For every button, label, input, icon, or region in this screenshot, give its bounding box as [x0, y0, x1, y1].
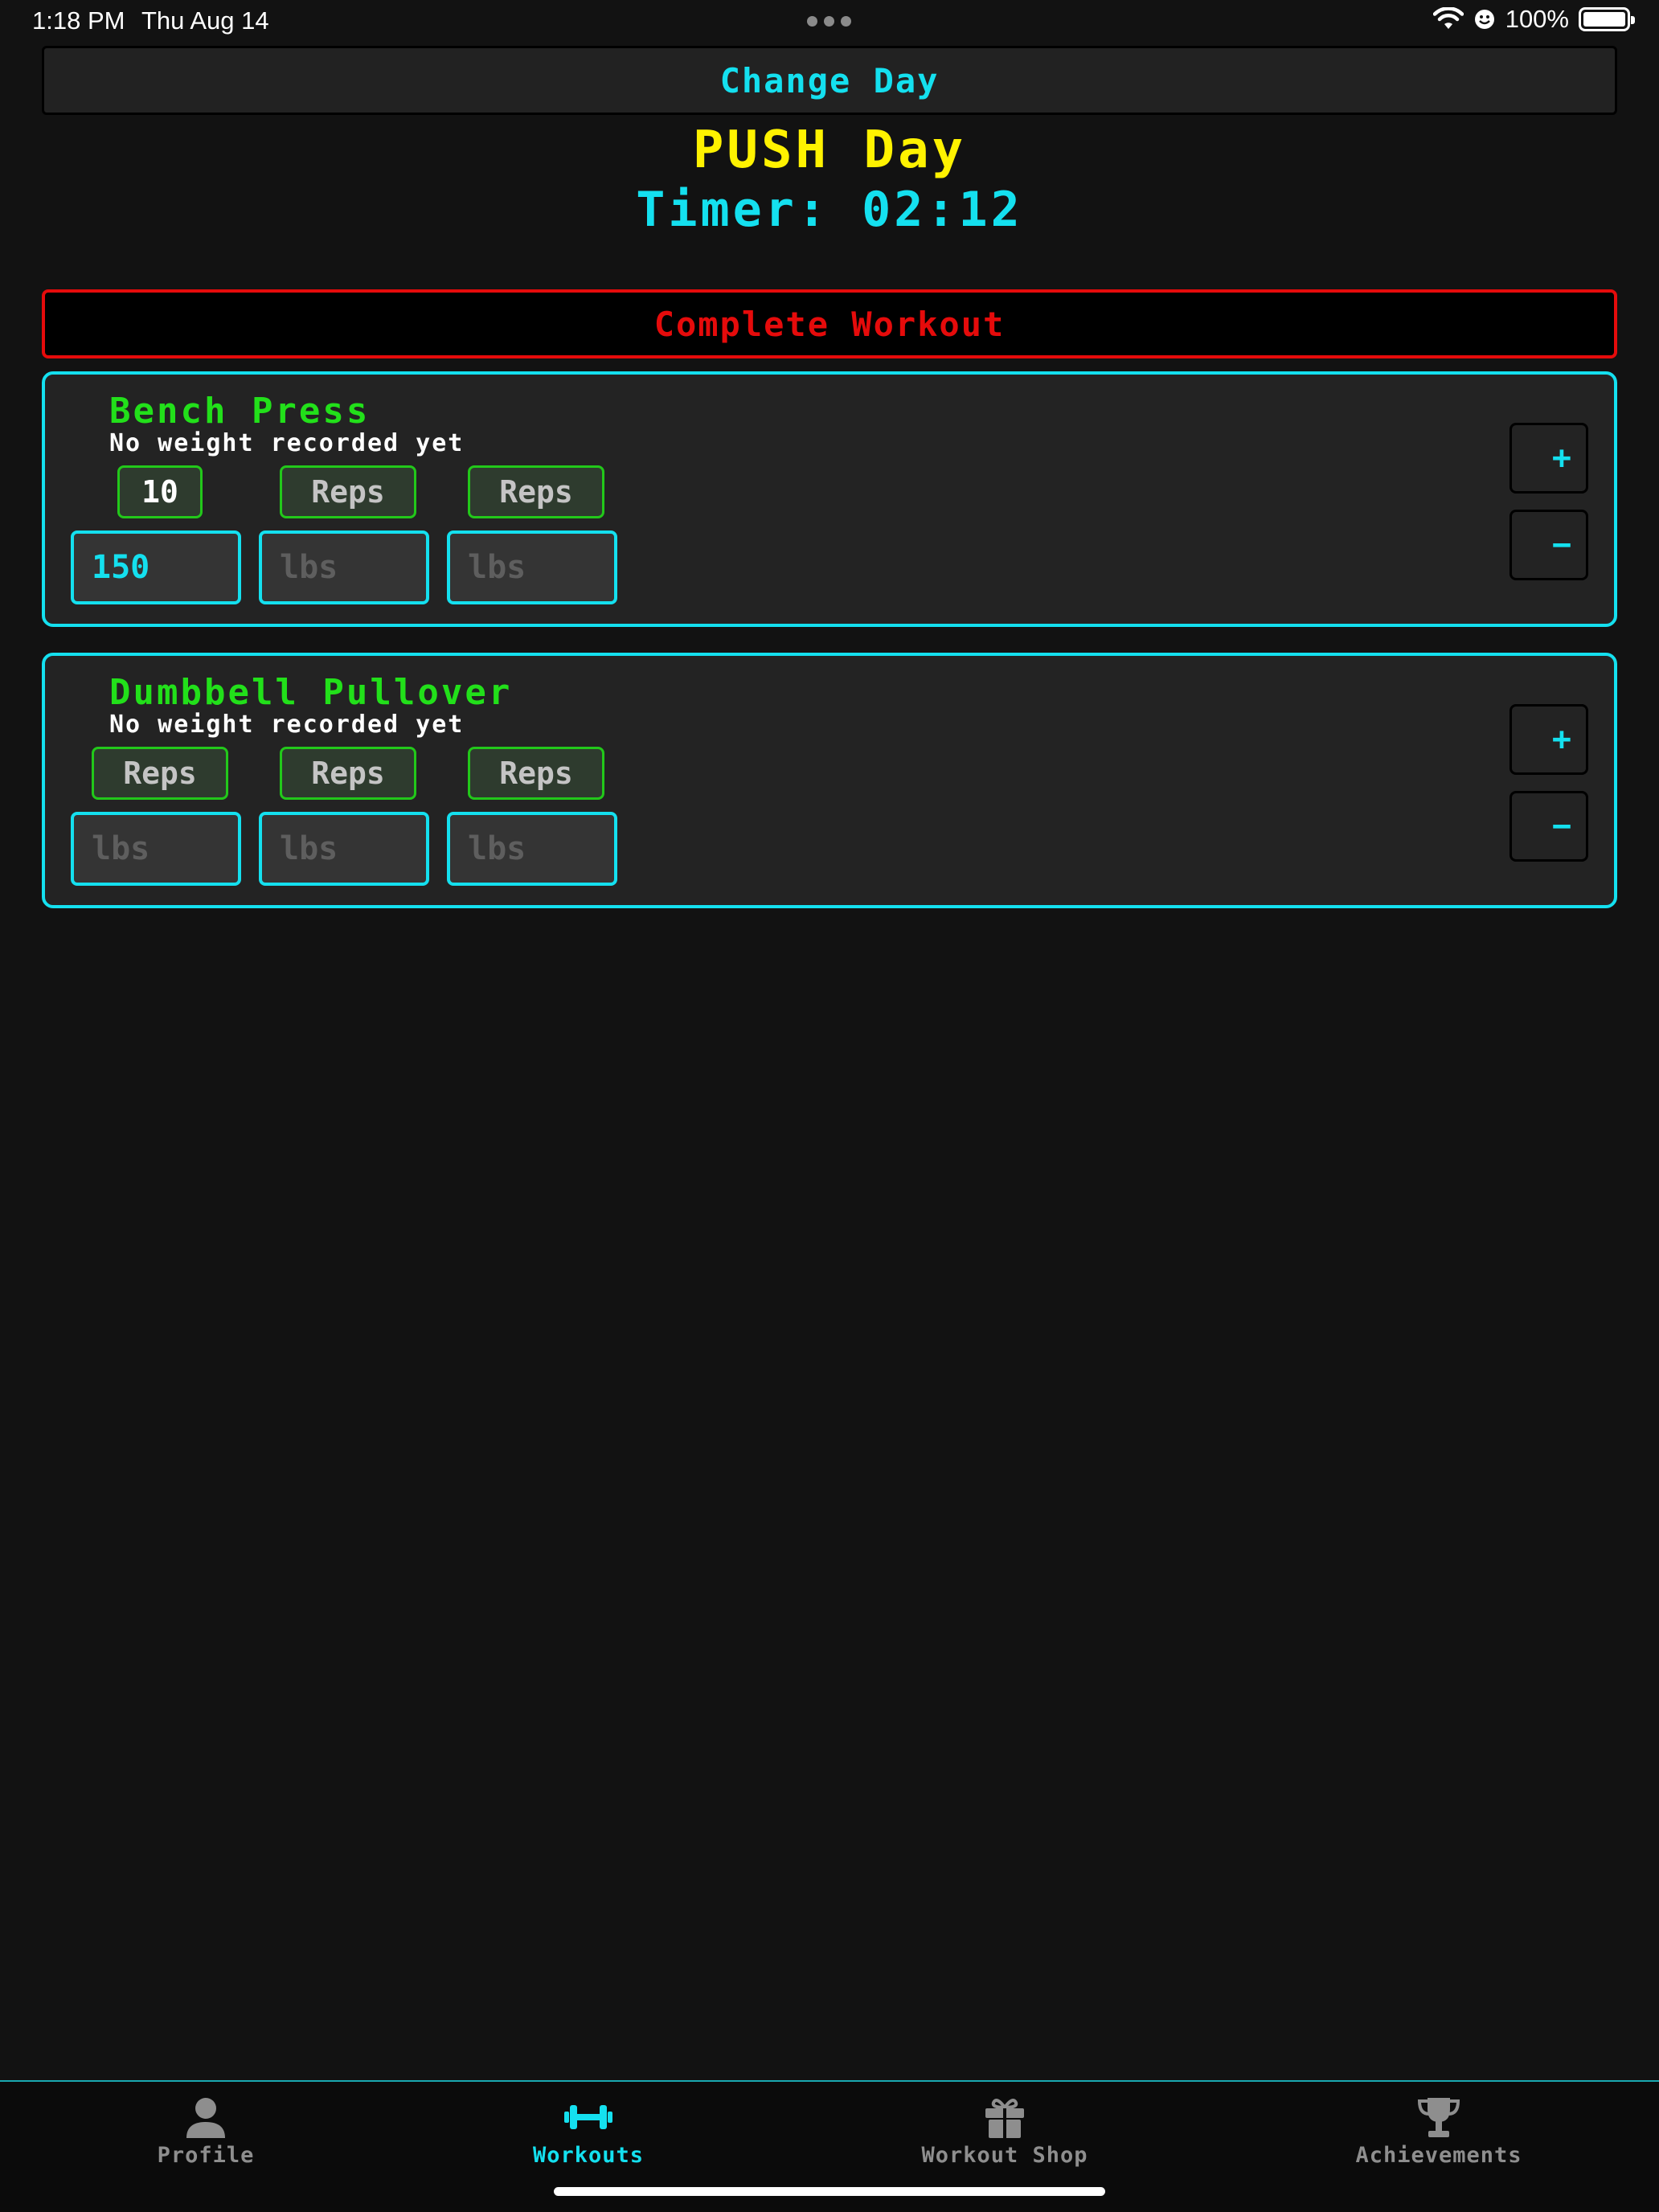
timer-label: Timer:	[636, 182, 830, 238]
exercise-card-dumbbell-pullover: Dumbbell Pullover No weight recorded yet…	[42, 653, 1617, 908]
day-title: PUSH Day	[692, 121, 967, 180]
exercise-subtitle: No weight recorded yet	[109, 711, 465, 739]
status-bar: 1:18 PM Thu Aug 14 100%	[0, 0, 1659, 45]
weight-field-set-3[interactable]: lbs	[447, 812, 617, 886]
minus-icon: −	[1551, 526, 1571, 563]
exercise-card-bench-press: Bench Press No weight recorded yet 10 Re…	[42, 371, 1617, 627]
exercise-name: Bench Press	[109, 391, 371, 432]
reps-field-set-2[interactable]: Reps	[280, 465, 416, 518]
dumbbell-icon	[564, 2105, 612, 2129]
tab-profile[interactable]: Profile	[125, 2093, 286, 2181]
add-set-button[interactable]: +	[1509, 423, 1588, 494]
gift-icon	[985, 2099, 1024, 2138]
reps-field-set-3[interactable]: Reps	[468, 465, 604, 518]
timer-value: 02:12	[862, 182, 1023, 238]
weight-field-set-1[interactable]: lbs	[71, 812, 241, 886]
tab-label: Profile	[157, 2143, 255, 2168]
tab-label: Workout Shop	[921, 2143, 1088, 2168]
status-time: 1:18 PM	[32, 6, 125, 35]
plus-icon: +	[1551, 721, 1571, 758]
weight-field-set-3[interactable]: lbs	[447, 530, 617, 604]
person-icon	[186, 2098, 225, 2138]
remove-set-button[interactable]: −	[1509, 510, 1588, 580]
weight-field-set-1[interactable]: 150	[71, 530, 241, 604]
complete-workout-button[interactable]: Complete Workout	[42, 289, 1617, 358]
change-day-button[interactable]: Change Day	[42, 46, 1617, 115]
status-date: Thu Aug 14	[141, 6, 269, 35]
remove-set-button[interactable]: −	[1509, 791, 1588, 862]
battery-icon	[1579, 7, 1635, 31]
reps-field-set-1[interactable]: 10	[117, 465, 203, 518]
plus-icon: +	[1551, 440, 1571, 477]
multitasking-dots-icon[interactable]	[807, 16, 851, 27]
weight-field-set-2[interactable]: lbs	[259, 812, 429, 886]
reps-field-set-3[interactable]: Reps	[468, 747, 604, 800]
tab-workout-shop[interactable]: Workout Shop	[892, 2093, 1117, 2181]
add-set-button[interactable]: +	[1509, 704, 1588, 775]
exercise-name: Dumbbell Pullover	[109, 672, 513, 713]
battery-percent: 100%	[1505, 5, 1569, 33]
exercise-subtitle: No weight recorded yet	[109, 429, 465, 457]
status-right: 100%	[1432, 5, 1635, 34]
reps-field-set-2[interactable]: Reps	[280, 747, 416, 800]
tab-label: Workouts	[532, 2143, 645, 2168]
trophy-icon	[1417, 2098, 1460, 2137]
wifi-icon	[1432, 7, 1464, 29]
tab-workouts[interactable]: Workouts	[508, 2093, 669, 2181]
weight-field-set-2[interactable]: lbs	[259, 530, 429, 604]
tab-label: Achievements	[1355, 2143, 1522, 2168]
tab-achievements[interactable]: Achievements	[1326, 2093, 1551, 2181]
focus-icon	[1474, 10, 1494, 29]
minus-icon: −	[1551, 808, 1571, 845]
timer: Timer: 02:12	[0, 182, 1659, 238]
workout-screen: 1:18 PM Thu Aug 14 100% Change Day PUSH …	[0, 0, 1659, 2212]
home-indicator[interactable]	[554, 2187, 1105, 2196]
reps-field-set-1[interactable]: Reps	[92, 747, 228, 800]
